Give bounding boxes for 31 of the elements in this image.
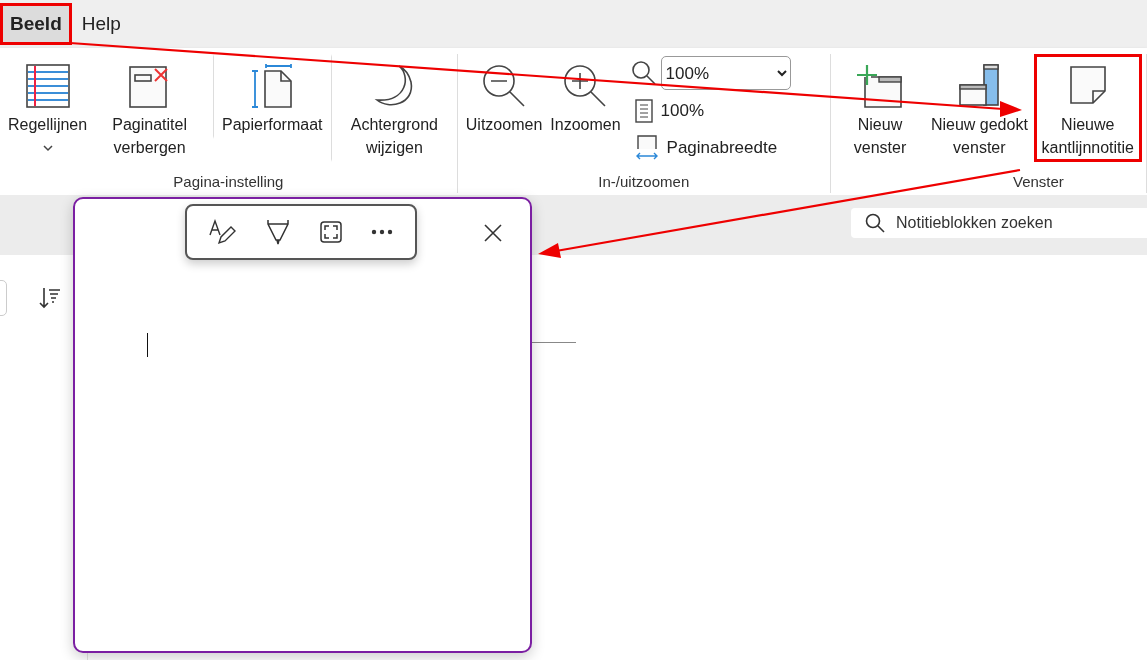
ribbon-button[interactable]: Paginatitel verbergen: [91, 54, 208, 162]
highlighter-icon[interactable]: [265, 218, 291, 246]
zoom-icon: [630, 60, 657, 86]
ribbon-button[interactable]: Nieuw venster: [834, 54, 926, 162]
ribbon-button[interactable]: 100%: [630, 96, 791, 126]
ribbon-button[interactable]: Inzoomen: [546, 54, 625, 139]
paper-size-icon: [249, 63, 295, 109]
search-icon: [865, 213, 885, 233]
page-icon: [634, 99, 653, 123]
search-field[interactable]: Notitieblokken zoeken: [851, 208, 1147, 238]
ruled-lines-icon: [24, 63, 71, 109]
menu-tab[interactable]: Help: [73, 5, 129, 43]
ribbon-button[interactable]: Uitzoomen: [461, 54, 547, 139]
page-width-icon: [634, 135, 659, 161]
group-label: Venster: [1012, 173, 1064, 190]
ribbon-button[interactable]: Achtergrond wijzigen: [331, 54, 453, 162]
more-options-icon[interactable]: [371, 229, 393, 235]
new-window-icon: [857, 63, 903, 109]
fullscreen-icon[interactable]: [319, 220, 343, 244]
zoom-dropdown[interactable]: 100%: [660, 56, 791, 90]
text-pen-icon[interactable]: [209, 219, 237, 245]
group-label: In-/uitzoomen: [598, 173, 690, 190]
ribbon-button[interactable]: Papierformaat: [213, 54, 326, 139]
ribbon-button[interactable]: Nieuwe kantlijnnotitie: [1033, 54, 1142, 162]
text-cursor: [147, 333, 148, 357]
ribbon-button[interactable]: Regellijnen: [4, 54, 92, 155]
sort-icon[interactable]: [38, 286, 62, 310]
group-label: Pagina-instelling: [173, 173, 284, 190]
menu-tab[interactable]: Beeld: [2, 5, 70, 43]
close-icon[interactable]: [484, 224, 502, 242]
ribbon-button[interactable]: Paginabreedte: [630, 132, 791, 164]
